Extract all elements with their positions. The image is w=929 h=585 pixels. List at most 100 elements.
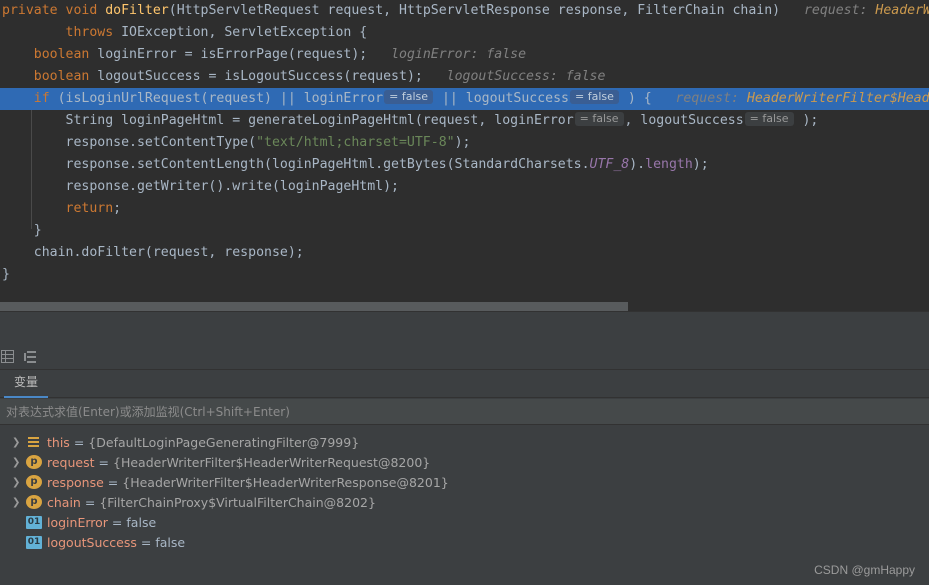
primitive-icon: 01 xyxy=(26,515,42,529)
code-line[interactable]: String loginPageHtml = generateLoginPage… xyxy=(0,110,929,132)
editor-horizontal-scrollbar-thumb[interactable] xyxy=(0,302,628,311)
variable-name: this xyxy=(47,434,70,450)
code-token-fld: UTF_8 xyxy=(589,157,630,172)
code-token-str: "text/html;charset=UTF-8" xyxy=(256,135,455,150)
code-token-kw: return xyxy=(65,201,114,216)
inline-value-badge: = false xyxy=(384,90,434,104)
evaluate-expression-hint: 对表达式求值(Enter)或添加监视(Ctrl+Shift+Enter) xyxy=(6,405,290,419)
code-line[interactable]: } xyxy=(0,264,929,286)
variable-value: false xyxy=(126,514,157,530)
code-token-plain: ). xyxy=(629,157,646,172)
code-token-kw: if xyxy=(33,91,58,106)
variable-name: logoutSuccess xyxy=(47,534,137,550)
variable-value: false xyxy=(155,534,186,550)
code-token-kw: boolean xyxy=(33,69,98,84)
variable-row[interactable]: ❯ p response = {HeaderWriterFilter$HeaderWri… xyxy=(0,472,929,492)
code-token-kw: boolean xyxy=(33,47,98,62)
variable-row[interactable]: ❯ p chain = {FilterChainProxy$VirtualFilterC… xyxy=(0,492,929,512)
variable-name: response xyxy=(47,474,104,490)
watermark: CSDN @gmHappy xyxy=(814,563,915,577)
expand-chevron-icon[interactable]: ❯ xyxy=(12,477,26,488)
code-token-plain: IOException, ServletException { xyxy=(121,25,368,40)
variable-name: request xyxy=(47,454,95,470)
expand-chevron-icon[interactable]: ❯ xyxy=(12,437,26,448)
code-line[interactable]: return; xyxy=(0,198,929,220)
panel-divider[interactable] xyxy=(0,311,929,312)
inline-value-badge: = false xyxy=(570,90,619,104)
code-line[interactable]: response.getWriter().write(loginPageHtml… xyxy=(0,176,929,198)
code-line[interactable]: boolean logoutSuccess = isLogoutSuccess(… xyxy=(0,66,929,88)
code-token-plain: } xyxy=(2,267,10,282)
code-line[interactable]: response.setContentType("text/html;chars… xyxy=(0,132,929,154)
parameter-icon: p xyxy=(26,455,42,469)
variable-equals: = xyxy=(98,454,110,470)
variable-equals: = xyxy=(73,434,85,450)
code-token-plain: response.setContentType( xyxy=(2,135,257,150)
code-lines-container: private void doFilter(HttpServletRequest… xyxy=(0,0,929,286)
debugger-tabs: 变量 xyxy=(0,370,929,398)
code-token-plain: ); xyxy=(454,135,471,150)
code-token-hint: logoutSuccess: false xyxy=(446,69,606,84)
code-token-plain: || logoutSuccess xyxy=(434,91,569,106)
code-token-kw: void xyxy=(65,3,106,18)
inline-value-badge: = false xyxy=(574,112,624,126)
code-line[interactable]: chain.doFilter(request, response); xyxy=(0,242,929,264)
variable-row[interactable]: 01 logoutSuccess = false xyxy=(0,532,929,552)
code-line[interactable]: if (isLoginUrlRequest(request) || loginE… xyxy=(0,88,929,110)
code-token-plain: response.getWriter().write(loginPageHtml… xyxy=(2,179,399,194)
code-token-plain: (isLoginUrlRequest(request) || loginErro… xyxy=(57,91,384,106)
code-token-hint: request: xyxy=(796,3,876,18)
variable-equals: = xyxy=(84,494,96,510)
code-token-plain: loginError = isErrorPage(request); xyxy=(97,47,392,62)
editor-horizontal-scrollbar-track[interactable] xyxy=(0,302,929,311)
variable-value: {DefaultLoginPageGeneratingFilter@7999} xyxy=(88,434,360,450)
code-token-plain: ; xyxy=(113,201,122,216)
code-line[interactable]: } xyxy=(0,220,929,242)
code-line[interactable]: response.setContentLength(loginPageHtml.… xyxy=(0,154,929,176)
primitive-icon: 01 xyxy=(26,535,42,549)
table-view-icon[interactable] xyxy=(0,345,19,369)
code-token-plain: } xyxy=(2,223,42,238)
code-token-plain: response.setContentLength(loginPageHtml.… xyxy=(2,157,590,172)
variable-row[interactable]: ❯ this = {DefaultLoginPageGeneratingFilter@… xyxy=(0,432,929,452)
variable-equals: = xyxy=(107,474,119,490)
expand-chevron-icon[interactable]: ❯ xyxy=(12,497,26,508)
code-line[interactable]: throws IOException, ServletException { xyxy=(0,22,929,44)
variable-row[interactable]: ❯ p request = {HeaderWriterFilter$HeaderWrit… xyxy=(0,452,929,472)
code-line[interactable]: boolean loginError = isErrorPage(request… xyxy=(0,44,929,66)
parameter-icon: p xyxy=(26,475,42,489)
code-token-plain: ); xyxy=(794,113,819,128)
code-token-plain: ) { xyxy=(619,91,668,106)
debugger-toolbar xyxy=(0,344,929,370)
code-token-purple: length xyxy=(645,157,693,172)
evaluate-expression-bar[interactable]: 对表达式求值(Enter)或添加监视(Ctrl+Shift+Enter) xyxy=(0,399,929,425)
inline-value-badge: = false xyxy=(744,112,794,126)
variable-name: chain xyxy=(47,494,81,510)
this-icon xyxy=(26,435,42,449)
variable-name: loginError xyxy=(47,514,108,530)
tab-variables[interactable]: 变量 xyxy=(4,369,49,398)
parameter-icon: p xyxy=(26,495,42,509)
variable-value: {HeaderWriterFilter$HeaderWriterResponse… xyxy=(122,474,449,490)
code-editor[interactable]: private void doFilter(HttpServletRequest… xyxy=(0,0,929,302)
code-token-plain: (HttpServletRequest request, HttpServlet… xyxy=(168,3,796,18)
variable-equals: = xyxy=(140,534,152,550)
variable-row[interactable]: 01 loginError = false xyxy=(0,512,929,532)
code-token-hintv: HeaderWr xyxy=(875,3,929,18)
debugger-panel: 变量 对表达式求值(Enter)或添加监视(Ctrl+Shift+Enter) … xyxy=(0,311,929,585)
code-token-kw: private xyxy=(2,3,66,18)
variable-equals: = xyxy=(111,514,123,530)
variable-value: {HeaderWriterFilter$HeaderWriterRequest@… xyxy=(113,454,431,470)
expand-chevron-icon[interactable]: ❯ xyxy=(12,457,26,468)
code-token-plain: String loginPageHtml = generateLoginPage… xyxy=(2,113,574,128)
code-token-plain: chain.doFilter(request, response); xyxy=(2,245,304,260)
code-line[interactable]: private void doFilter(HttpServletRequest… xyxy=(0,0,929,22)
sort-list-icon[interactable] xyxy=(19,345,43,369)
code-token-plain: , logoutSuccess xyxy=(624,113,744,128)
code-token-hint: loginError: false xyxy=(391,47,527,62)
variable-value: {FilterChainProxy$VirtualFilterChain@820… xyxy=(99,494,376,510)
